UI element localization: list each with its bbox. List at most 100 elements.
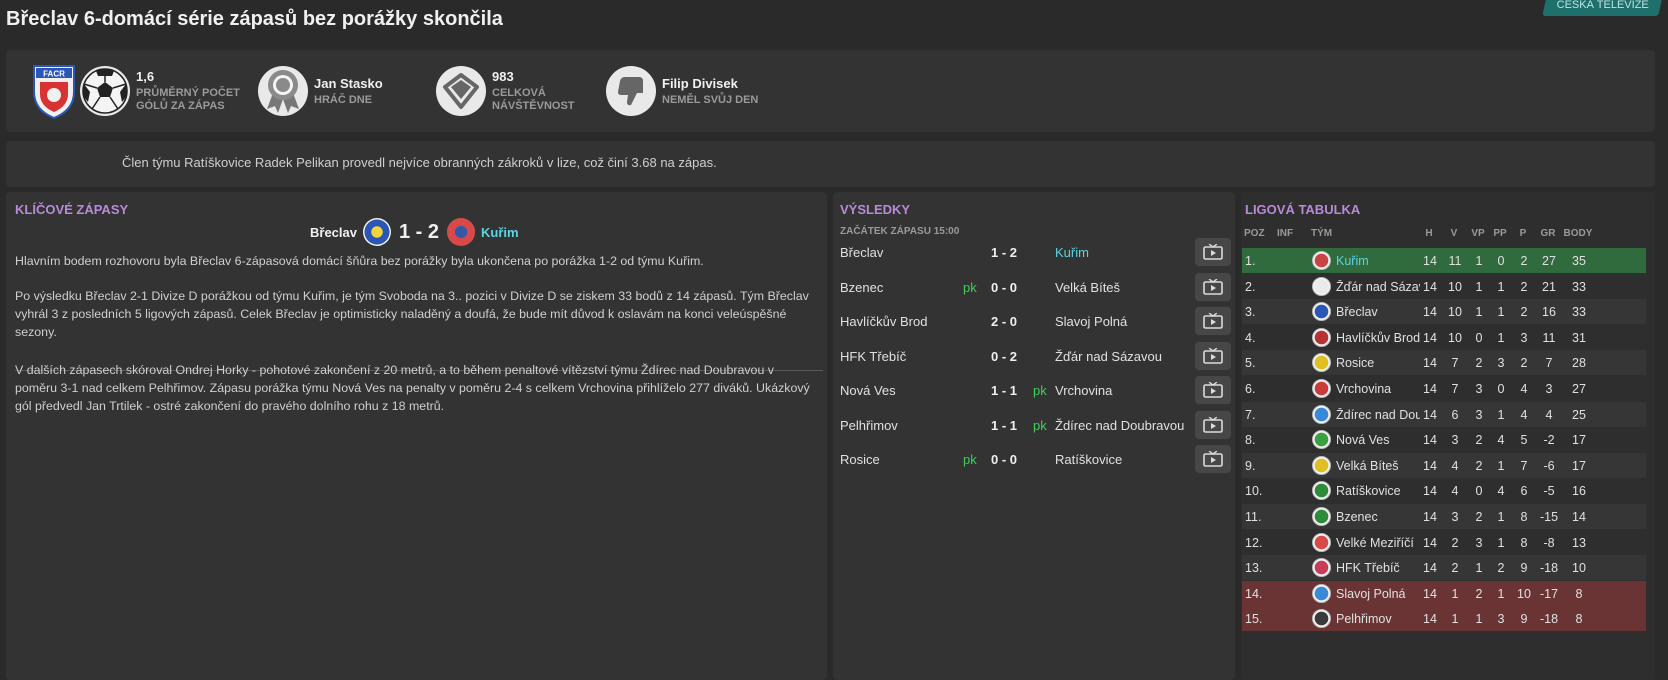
league-row[interactable]: 14. Slavoj Polná 14 1 2 1 10 -17 8: [1242, 580, 1646, 606]
row-losses: 8: [1520, 510, 1528, 524]
row-team-name[interactable]: Velké Meziříčí: [1336, 536, 1420, 550]
result-score[interactable]: 1 - 1: [979, 418, 1029, 433]
result-row[interactable]: Nová Ves 1 - 1 pk Vrchovina: [833, 374, 1235, 408]
result-away-team[interactable]: Vrchovina: [1055, 383, 1112, 398]
penalty-away-marker: pk: [1033, 417, 1047, 433]
col-header-pos[interactable]: POZ: [1244, 228, 1265, 239]
key-match-paragraph: V dalších zápasech skóroval Ondrej Horky…: [15, 363, 810, 413]
result-home-team[interactable]: Rosice: [840, 452, 880, 467]
row-team-name[interactable]: Nová Ves: [1336, 433, 1420, 447]
key-match-away-team[interactable]: Kuřim: [481, 225, 519, 240]
watch-highlights-button[interactable]: [1195, 341, 1231, 370]
key-matches-title: KLÍČOVÉ ZÁPASY: [15, 202, 129, 217]
watch-highlights-button[interactable]: [1195, 410, 1231, 439]
results-panel: VÝSLEDKY ZAČÁTEK ZÁPASU 15:00 Břeclav 1 -…: [833, 192, 1235, 680]
row-team-name[interactable]: Bzenec: [1336, 510, 1420, 524]
result-home-team[interactable]: Bzenec: [840, 280, 883, 295]
col-header-v[interactable]: V: [1444, 228, 1464, 239]
result-row[interactable]: HFK Třebíč 0 - 2 Žďár nad Sázavou: [833, 340, 1235, 374]
row-team-name[interactable]: Vrchovina: [1336, 382, 1420, 396]
row-team-name[interactable]: Ždírec nad Doubravou: [1336, 408, 1420, 422]
result-row[interactable]: Břeclav 1 - 2 Kuřim: [833, 236, 1235, 270]
league-row[interactable]: 1. Kuřim 14 11 1 0 2 27 35: [1242, 248, 1646, 273]
row-pk-wins: 1: [1475, 561, 1483, 576]
result-row[interactable]: Pelhřimov 1 - 1 pk Ždírec nad Doubravou: [833, 409, 1235, 443]
result-home-team[interactable]: Břeclav: [840, 245, 883, 260]
result-home-team[interactable]: Pelhřimov: [840, 418, 898, 433]
league-row[interactable]: 2.Žďár nad Sázavou14101122133: [1242, 274, 1646, 299]
player-of-day-stat[interactable]: Jan Stasko HRÁČ DNE: [258, 66, 383, 116]
league-row[interactable]: 7.Ždírec nad Doubravou146314425: [1242, 401, 1646, 427]
result-score[interactable]: 0 - 0: [979, 452, 1029, 467]
key-match-result[interactable]: 1 - 2: [399, 221, 439, 244]
league-row[interactable]: 6. Vrchovina 14 7 3 0 4 3 27: [1242, 376, 1646, 401]
watch-highlights-button[interactable]: [1195, 307, 1231, 335]
result-home-team[interactable]: HFK Třebíč: [840, 349, 906, 364]
col-header-vp[interactable]: VP: [1468, 228, 1488, 239]
result-home-team[interactable]: Havlíčkův Brod: [840, 314, 927, 329]
key-match-score[interactable]: Břeclav 1 - 2 Kuřim: [310, 218, 519, 246]
league-row[interactable]: 12. Velké Meziříčí 14 2 3 1 8 -8 13: [1242, 530, 1646, 555]
result-score[interactable]: 0 - 0: [979, 280, 1029, 295]
league-row[interactable]: 13. HFK Třebíč 14 2 1 2 9 -18 10: [1242, 555, 1646, 581]
row-team-name[interactable]: Kuřim: [1336, 254, 1420, 268]
row-team-name[interactable]: Žďár nad Sázavou: [1336, 280, 1420, 294]
col-header-h[interactable]: H: [1419, 228, 1439, 239]
watch-highlights-button[interactable]: [1195, 445, 1231, 473]
col-header-pp[interactable]: PP: [1490, 228, 1510, 239]
result-score[interactable]: 1 - 1: [979, 383, 1029, 398]
result-home-team[interactable]: Nová Ves: [840, 383, 896, 398]
league-row[interactable]: 11. Bzenec 14 3 2 1 8 -15 14: [1242, 504, 1646, 529]
row-team-name[interactable]: Pelhřimov: [1336, 612, 1420, 626]
key-match-home-team[interactable]: Břeclav: [310, 225, 357, 240]
result-away-team[interactable]: Kuřim: [1055, 245, 1089, 260]
tv-icon: [1203, 382, 1223, 398]
watch-highlights-button[interactable]: [1195, 272, 1231, 301]
tv-icon: [1203, 313, 1223, 329]
result-score[interactable]: 1 - 2: [979, 245, 1029, 260]
team-crest-icon: [1312, 430, 1331, 450]
stat-value[interactable]: Filip Divisek: [662, 76, 758, 91]
league-row[interactable]: 8. Nová Ves 14 3 2 4 5 -2 17: [1242, 427, 1646, 452]
svg-text:FACR: FACR: [43, 70, 65, 79]
col-header-p[interactable]: P: [1513, 228, 1533, 239]
page-title: Břeclav 6-domácí série zápasů bez porážk…: [6, 8, 503, 30]
col-header-gr[interactable]: GR: [1535, 228, 1561, 239]
league-row[interactable]: 4. Havlíčkův Brod 14 10 0 1 3 11 31: [1242, 325, 1646, 350]
league-table-header: POZ INF TÝM H V VP PP P GR BODY: [1241, 228, 1655, 244]
league-row[interactable]: 3. Břeclav 14 10 1 1 2 16 33: [1242, 299, 1646, 325]
result-away-team[interactable]: Ždírec nad Doubravou: [1055, 418, 1184, 433]
league-row[interactable]: 15. Pelhřimov 14 1 1 3 9 -18 8: [1242, 606, 1646, 632]
result-away-team[interactable]: Žďár nad Sázavou: [1055, 349, 1162, 364]
row-team-name[interactable]: Velká Bíteš: [1336, 459, 1420, 473]
row-team-name[interactable]: Ratíškovice: [1336, 484, 1420, 498]
league-row[interactable]: 5. Rosice 14 7 2 3 2 7 28: [1242, 350, 1646, 376]
result-row[interactable]: Rosice pk 0 - 0 Ratíškovice: [833, 443, 1235, 477]
row-team-name[interactable]: HFK Třebíč: [1336, 561, 1420, 575]
row-team-name[interactable]: Břeclav: [1336, 305, 1420, 319]
league-row[interactable]: 10. Ratíškovice 14 4 0 4 6 -5 16: [1242, 478, 1646, 503]
stat-value[interactable]: Jan Stasko: [314, 76, 383, 91]
row-pk-losses: 1: [1497, 279, 1505, 294]
row-team-name[interactable]: Rosice: [1336, 356, 1420, 370]
col-header-points[interactable]: BODY: [1563, 228, 1593, 239]
row-team-name[interactable]: Slavoj Polná: [1336, 587, 1420, 601]
faca-logo-icon: FACR: [33, 65, 75, 120]
result-row[interactable]: Havlíčkův Brod 2 - 0 Slavoj Polná: [833, 305, 1235, 339]
result-score[interactable]: 0 - 2: [979, 349, 1029, 364]
result-score[interactable]: 2 - 0: [979, 314, 1029, 329]
league-row[interactable]: 9. Velká Bíteš 14 4 2 1 7 -6 17: [1242, 452, 1646, 478]
result-away-team[interactable]: Slavoj Polná: [1055, 314, 1127, 329]
worst-player-stat[interactable]: Filip Divisek NEMĚL SVŮJ DEN: [606, 66, 758, 116]
result-away-team[interactable]: Velká Bíteš: [1055, 280, 1120, 295]
result-away-team[interactable]: Ratíškovice: [1055, 452, 1122, 467]
col-header-team[interactable]: TÝM: [1311, 228, 1332, 239]
watch-highlights-button[interactable]: [1195, 376, 1231, 404]
watch-highlights-button[interactable]: [1195, 238, 1231, 266]
tv-broadcaster-badge[interactable]: ČESKÁ TELEVIZE: [1542, 0, 1662, 16]
row-goal-diff: -8: [1543, 535, 1555, 550]
row-team-name[interactable]: Havlíčkův Brod: [1336, 331, 1420, 345]
team-crest-icon: [1312, 481, 1331, 501]
col-header-inf[interactable]: INF: [1277, 228, 1293, 239]
result-row[interactable]: Bzenec pk 0 - 0 Velká Bíteš: [833, 271, 1235, 305]
